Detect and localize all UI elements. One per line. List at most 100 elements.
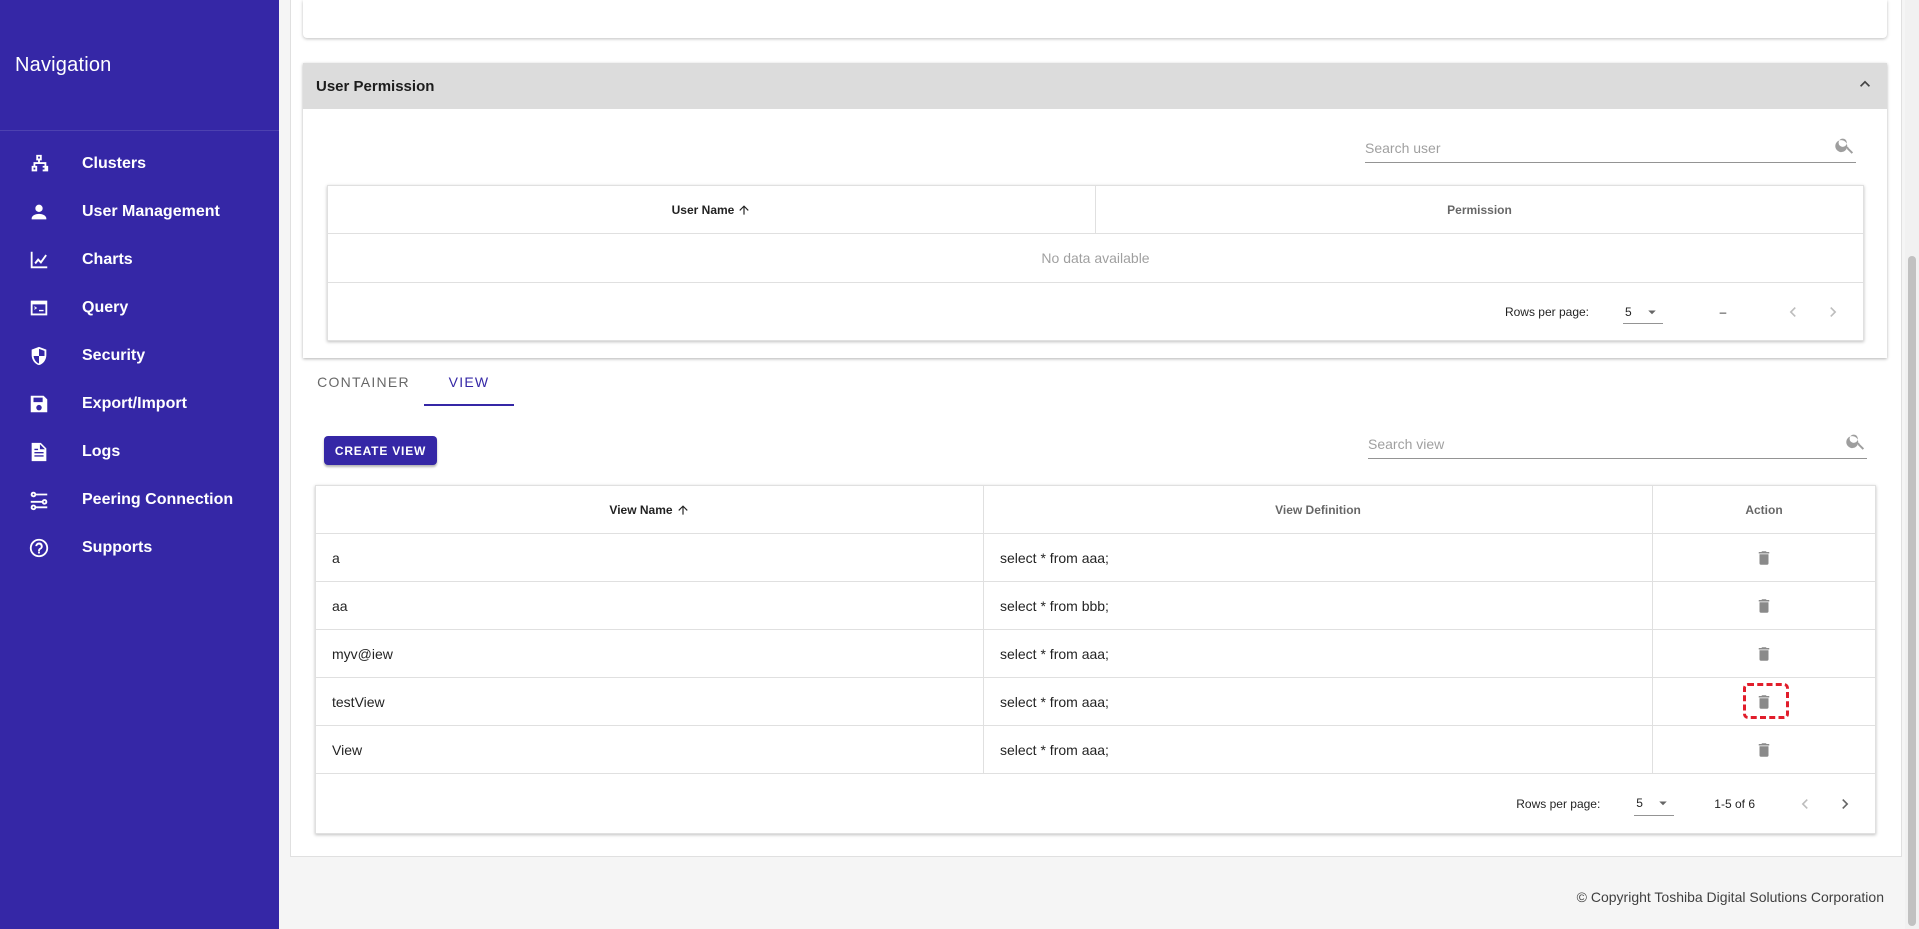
console-icon bbox=[27, 296, 51, 320]
nav-label: User Management bbox=[82, 203, 220, 220]
view-name-cell: View bbox=[316, 726, 984, 773]
nav-item-query[interactable]: Query bbox=[0, 284, 279, 332]
delete-view-button[interactable] bbox=[1653, 534, 1875, 581]
trash-icon bbox=[1758, 742, 1770, 757]
arrow-up-icon[interactable] bbox=[676, 503, 690, 517]
sidebar: Navigation Clusters User Management Char… bbox=[0, 0, 279, 929]
search-view-field[interactable] bbox=[1368, 429, 1867, 459]
trash-icon bbox=[1758, 598, 1770, 613]
search-icon[interactable] bbox=[1834, 134, 1856, 161]
delete-view-button[interactable] bbox=[1653, 630, 1875, 677]
search-user-field[interactable] bbox=[1365, 133, 1856, 163]
page-info: – bbox=[1719, 305, 1727, 319]
chevron-left-icon bbox=[1801, 798, 1808, 809]
nav-item-export-import[interactable]: Export/Import bbox=[0, 380, 279, 428]
view-definition-cell: select * from bbb; bbox=[984, 582, 1653, 629]
view-name-cell: myv@iew bbox=[316, 630, 984, 677]
table-row: myv@iew select * from aaa; bbox=[316, 630, 1875, 678]
user-permission-table: User Name Permission No data available R… bbox=[327, 185, 1864, 341]
next-page-button[interactable] bbox=[1813, 292, 1853, 332]
arrow-up-icon[interactable] bbox=[737, 203, 751, 217]
chevron-left-icon bbox=[1789, 307, 1796, 317]
nav-divider bbox=[0, 130, 279, 131]
no-data-message: No data available bbox=[328, 234, 1863, 283]
floppy-disk-icon bbox=[27, 392, 51, 416]
document-icon bbox=[27, 440, 51, 464]
column-header-permission[interactable]: Permission bbox=[1096, 186, 1863, 233]
previous-page-button[interactable] bbox=[1773, 292, 1813, 332]
view-name-cell: a bbox=[316, 534, 984, 581]
column-header-view-definition[interactable]: View Definition bbox=[984, 486, 1653, 533]
view-definition-cell: select * from aaa; bbox=[984, 534, 1653, 581]
nav-title: Navigation bbox=[15, 54, 112, 76]
nav-item-user-management[interactable]: User Management bbox=[0, 188, 279, 236]
rows-per-page-select[interactable]: 5 bbox=[1634, 792, 1675, 816]
table-pagination: Rows per page: 5 1-5 of 6 bbox=[316, 774, 1875, 833]
nav-item-clusters[interactable]: Clusters bbox=[0, 140, 279, 188]
next-page-button[interactable] bbox=[1825, 784, 1865, 824]
delete-view-button[interactable] bbox=[1653, 726, 1875, 773]
nav-label: Peering Connection bbox=[82, 491, 234, 508]
tab-view[interactable]: VIEW bbox=[424, 358, 514, 406]
shield-icon bbox=[27, 344, 51, 368]
delete-view-button[interactable] bbox=[1653, 582, 1875, 629]
user-permission-header[interactable]: User Permission bbox=[303, 63, 1887, 109]
nav-item-supports[interactable]: Supports bbox=[0, 524, 279, 572]
view-name-cell: aa bbox=[316, 582, 984, 629]
table-row: testView select * from aaa; bbox=[316, 678, 1875, 726]
column-header-action: Action bbox=[1745, 502, 1783, 517]
previous-page-button[interactable] bbox=[1785, 784, 1825, 824]
nav-item-security[interactable]: Security bbox=[0, 332, 279, 380]
nav-label: Export/Import bbox=[82, 395, 187, 412]
sitemap-icon bbox=[27, 152, 51, 176]
table-header: View Name View Definition Action bbox=[316, 486, 1875, 534]
chevron-right-icon bbox=[1830, 307, 1837, 317]
column-header-label: View Name bbox=[609, 502, 673, 517]
rows-per-page-label: Rows per page: bbox=[1504, 305, 1589, 319]
column-header-label: User Name bbox=[671, 202, 735, 217]
nav-item-charts[interactable]: Charts bbox=[0, 236, 279, 284]
tab-bar: CONTAINER VIEW bbox=[303, 358, 514, 406]
rows-per-page-select[interactable]: 5 bbox=[1623, 300, 1663, 324]
search-user-input[interactable] bbox=[1365, 139, 1834, 156]
help-circle-icon bbox=[27, 536, 51, 560]
nav-item-logs[interactable]: Logs bbox=[0, 428, 279, 476]
chevron-up-icon[interactable] bbox=[1855, 74, 1875, 99]
view-definition-cell: select * from aaa; bbox=[984, 630, 1653, 677]
rows-per-page-value: 5 bbox=[1625, 304, 1632, 319]
scrollbar-thumb[interactable] bbox=[1908, 256, 1916, 926]
caret-down-icon bbox=[1648, 310, 1656, 314]
column-header-view-name[interactable]: View Name bbox=[316, 486, 984, 533]
column-header-user-name[interactable]: User Name bbox=[328, 186, 1096, 233]
tab-container[interactable]: CONTAINER bbox=[303, 358, 424, 406]
delete-view-button[interactable] bbox=[1653, 678, 1875, 725]
user-permission-title: User Permission bbox=[316, 77, 435, 95]
nav-label: Charts bbox=[82, 251, 133, 268]
trash-icon bbox=[1758, 646, 1770, 661]
search-view-input[interactable] bbox=[1368, 435, 1845, 452]
rows-per-page-label: Rows per page: bbox=[1516, 796, 1601, 811]
table-header: User Name Permission bbox=[328, 186, 1863, 234]
nav-item-peering-connection[interactable]: Peering Connection bbox=[0, 476, 279, 524]
nav-label: Security bbox=[82, 347, 146, 364]
top-card bbox=[303, 0, 1887, 38]
table-pagination: Rows per page: 5 – bbox=[328, 283, 1863, 341]
trash-icon bbox=[1758, 694, 1770, 709]
line-chart-icon bbox=[27, 248, 51, 272]
caret-down-icon bbox=[1659, 801, 1668, 806]
nav-label: Query bbox=[82, 299, 129, 316]
nav-list: Clusters User Management Charts Query Se… bbox=[0, 140, 279, 572]
table-row: aa select * from bbb; bbox=[316, 582, 1875, 630]
table-row: a select * from aaa; bbox=[316, 534, 1875, 582]
page-info: 1-5 of 6 bbox=[1714, 796, 1755, 811]
create-view-button[interactable]: CREATE VIEW bbox=[324, 436, 437, 465]
chevron-right-icon bbox=[1842, 798, 1849, 809]
trash-icon bbox=[1758, 550, 1770, 565]
nav-label: Logs bbox=[82, 443, 121, 460]
search-icon[interactable] bbox=[1845, 430, 1867, 457]
connection-icon bbox=[27, 488, 51, 512]
view-definition-cell: select * from aaa; bbox=[984, 678, 1653, 725]
view-name-cell: testView bbox=[316, 678, 984, 725]
view-definition-cell: select * from aaa; bbox=[984, 726, 1653, 773]
nav-label: Clusters bbox=[82, 155, 147, 172]
